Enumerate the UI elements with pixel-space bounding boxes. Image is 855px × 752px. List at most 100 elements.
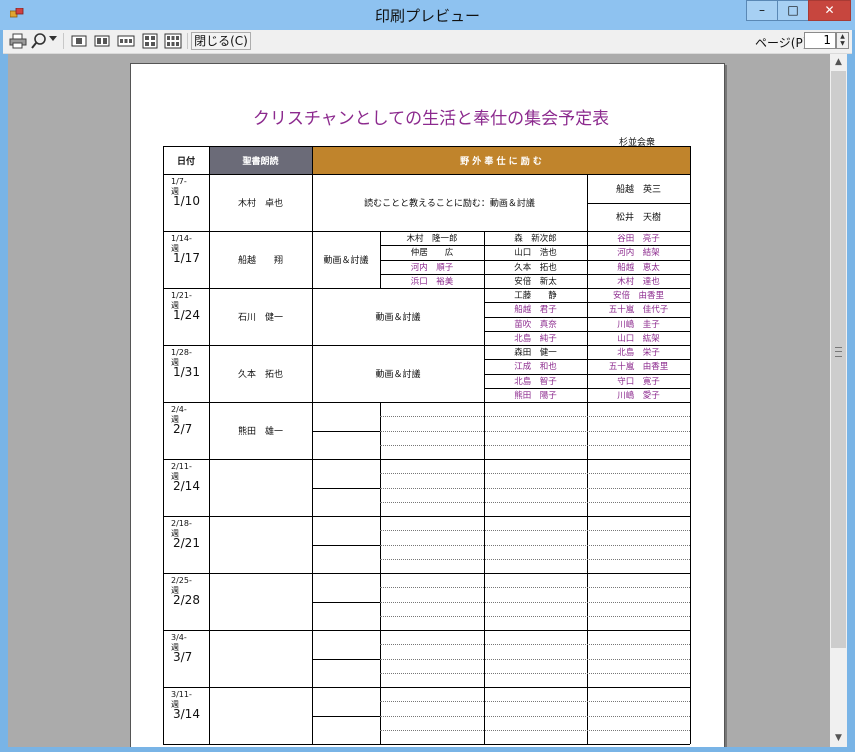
assignee-name: 川嶋 圭子	[617, 319, 660, 330]
cell-line-dotted	[380, 658, 690, 660]
assignee-name: 久本 拓也	[514, 262, 557, 273]
one-page-icon[interactable]	[71, 33, 87, 49]
assignee-name: 森 新次郎	[514, 234, 557, 245]
scroll-thumb[interactable]	[831, 71, 846, 648]
maximize-button[interactable]: □	[777, 0, 809, 21]
dropdown-arrow-icon[interactable]	[49, 36, 57, 52]
assignee-name: 苗吹 真奈	[514, 319, 557, 330]
assignee-name: 江成 和也	[514, 362, 557, 373]
table-border-top	[163, 146, 690, 147]
assignee-name: 松井 天樹	[615, 213, 661, 224]
assignee-name: 安倍 由香里	[612, 291, 664, 302]
title-bar: 印刷プレビュー – □ ✕	[0, 0, 855, 30]
assignee-name: 五十嵐 佳代子	[608, 305, 669, 316]
assignee-name: 北島 栄子	[617, 348, 660, 359]
program-text: 動画＆討議	[375, 313, 421, 323]
header-ministry: 野 外 奉 仕 に 励 む	[312, 146, 690, 174]
row-line	[163, 630, 690, 631]
assignee-name: 船越 英三	[615, 184, 661, 195]
header-date: 日付	[163, 146, 209, 174]
cell-line-dotted	[380, 601, 690, 603]
cell-line-dotted	[380, 615, 690, 617]
cell-line-dotted	[380, 530, 690, 532]
cell-line	[312, 715, 380, 717]
scroll-grip-icon	[835, 347, 842, 357]
cell-line-dotted	[380, 729, 690, 731]
reader-name: 船越 翔	[237, 256, 283, 266]
zoom-icon[interactable]	[31, 33, 47, 49]
close-window-button[interactable]: ✕	[808, 0, 851, 21]
date-label: 3/14	[173, 707, 200, 721]
assignee-name: 船越 君子	[514, 305, 557, 316]
vertical-scrollbar[interactable]: ▲ ▼	[830, 54, 847, 747]
cell-line-dotted	[380, 473, 690, 475]
cell-line-dotted	[380, 416, 690, 418]
assignee-name: 北島 純子	[514, 333, 557, 344]
date-label: 2/7	[173, 422, 193, 436]
page-number-input[interactable]: 1	[804, 32, 836, 49]
row-line	[163, 459, 690, 460]
date-label: 2/21	[173, 536, 200, 550]
assignee-name: 山口 浩也	[514, 248, 557, 259]
cell-line-dotted	[380, 487, 690, 489]
spin-down-icon[interactable]: ▼	[837, 40, 848, 47]
date-label: 2/14	[173, 479, 200, 493]
date-label: 1/24	[173, 308, 200, 322]
minimize-button[interactable]: –	[746, 0, 778, 21]
date-label: 1/10	[173, 194, 200, 208]
assignee-name: 船越 恵太	[617, 262, 660, 273]
date-label: 1/17	[173, 251, 200, 265]
cell-line-dotted	[380, 444, 690, 446]
cell-line-dotted	[380, 558, 690, 560]
assignee-name: 北島 智子	[514, 376, 557, 387]
cell-line	[312, 601, 380, 603]
toolbar-separator	[187, 33, 188, 49]
cell-line-dotted	[380, 430, 690, 432]
close-preview-button[interactable]: 閉じる(C)	[191, 32, 251, 50]
three-pages-icon[interactable]	[117, 33, 135, 49]
cell-line-dotted	[380, 672, 690, 674]
print-icon[interactable]	[9, 33, 27, 49]
assignee-name: 川嶋 愛子	[617, 390, 660, 401]
program-text: 動画＆討議	[375, 370, 421, 380]
assignee-name: 森田 健一	[514, 348, 557, 359]
table-border-right	[690, 146, 691, 744]
row-line	[163, 744, 690, 745]
program-text: 読むことと教えることに励む：動画＆討議	[364, 199, 535, 209]
assignee-name: 工藤 静	[514, 291, 557, 302]
scroll-down-icon[interactable]: ▼	[830, 730, 847, 747]
assignee-name: 山口 紘架	[617, 333, 660, 344]
assignee-name: 木村 達也	[617, 276, 660, 287]
date-label: 1/31	[173, 365, 200, 379]
two-pages-icon[interactable]	[94, 33, 110, 49]
assignee-name: 守口 寛子	[617, 376, 660, 387]
cell-line	[312, 487, 380, 489]
table-border-left	[163, 146, 164, 744]
reader-name: 久本 拓也	[237, 370, 283, 380]
assignee-name: 熊田 陽子	[514, 390, 557, 401]
assignee-name: 木村 隆一郎	[406, 234, 458, 245]
preview-page: クリスチャンとしての生活と奉仕の集会予定表 杉並会衆 日付 聖書朗読野 外 奉 仕…	[130, 63, 725, 747]
cell-line-dotted	[380, 587, 690, 589]
cell-line-dotted	[380, 501, 690, 503]
scroll-up-icon[interactable]: ▲	[830, 54, 847, 71]
document-title: クリスチャンとしての生活と奉仕の集会予定表	[252, 109, 610, 129]
reader-name: 木村 卓也	[237, 199, 283, 209]
assignee-name: 浜口 裕美	[410, 276, 454, 287]
row-line	[163, 573, 690, 574]
cell-line	[312, 430, 380, 432]
spin-up-icon[interactable]: ▲	[837, 33, 848, 40]
preview-area[interactable]: クリスチャンとしての生活と奉仕の集会予定表 杉並会衆 日付 聖書朗読野 外 奉 仕…	[8, 54, 830, 747]
toolbar-separator	[63, 33, 64, 49]
cell-line-dotted	[380, 701, 690, 703]
assignee-name: 河内 順子	[410, 262, 454, 273]
four-pages-icon[interactable]	[142, 33, 158, 49]
assignee-name: 河内 結架	[617, 248, 660, 259]
program-text: 動画＆討議	[323, 256, 369, 266]
page-spinner[interactable]: ▲ ▼	[836, 32, 849, 49]
date-label: 3/7	[173, 650, 193, 664]
assignee-name: 谷田 亮子	[617, 234, 660, 245]
row-line	[163, 687, 690, 688]
six-pages-icon[interactable]	[164, 33, 182, 49]
date-label: 2/28	[173, 593, 200, 607]
